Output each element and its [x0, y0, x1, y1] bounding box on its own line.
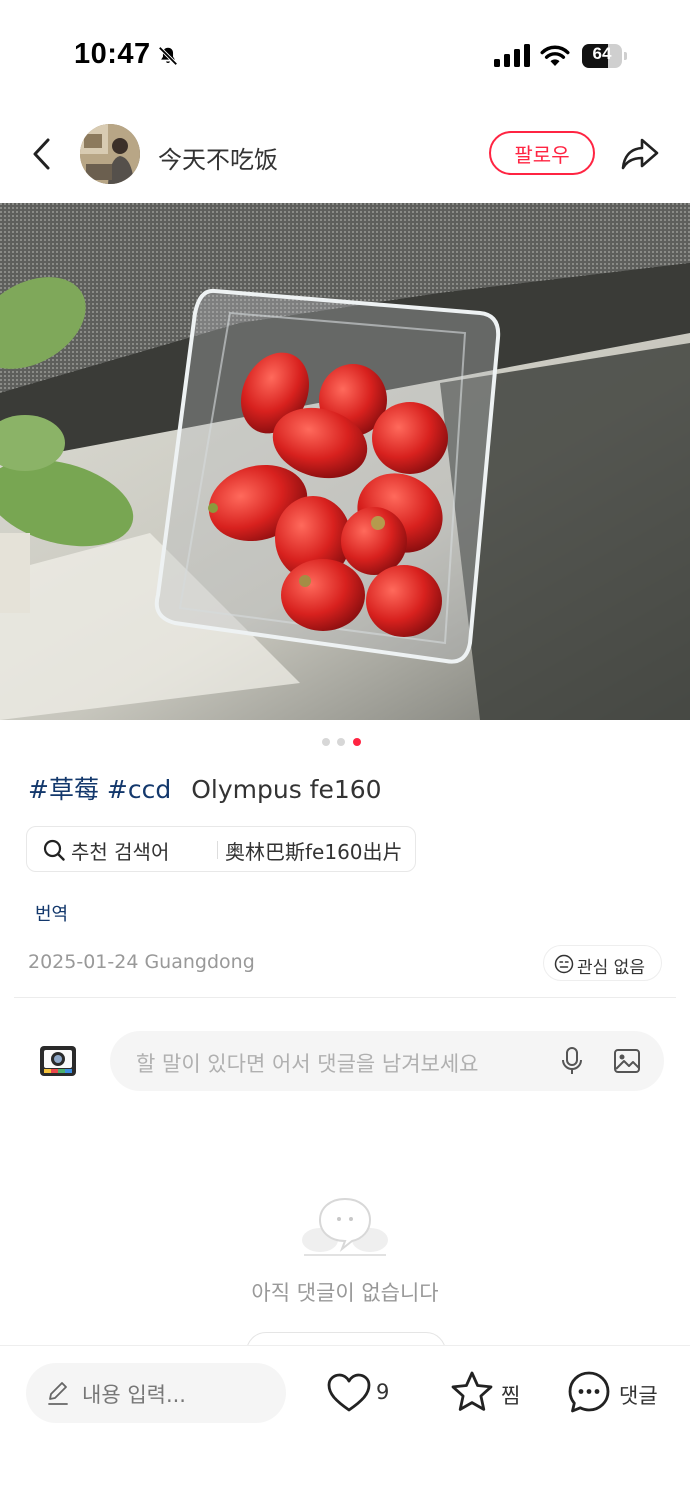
post-date-location: 2025-01-24 Guangdong — [28, 951, 255, 973]
bell-off-icon — [158, 46, 178, 66]
status-time: 10:47 — [74, 38, 151, 70]
not-interested-button[interactable]: 관심 없음 — [543, 945, 662, 981]
star-icon[interactable] — [449, 1370, 495, 1414]
hashtag-link[interactable]: #ccd — [107, 775, 171, 804]
comment-input[interactable]: 할 말이 있다면 어서 댓글을 남겨보세요 — [110, 1031, 664, 1091]
camera-icon[interactable] — [38, 1044, 78, 1078]
carousel-dot — [353, 738, 361, 746]
comment-label[interactable]: 댓글 — [619, 1380, 658, 1410]
share-icon[interactable] — [620, 135, 660, 173]
post-text: Olympus fe160 — [191, 775, 382, 804]
bottom-comment-input[interactable]: 내용 입력... — [26, 1363, 286, 1423]
search-suggestion[interactable]: 추천 검색어 奥林巴斯fe160出片 — [26, 826, 416, 872]
heart-icon[interactable] — [326, 1372, 372, 1414]
search-suggestion-term: 奥林巴斯fe160出片 — [225, 840, 403, 864]
neutral-face-icon — [554, 954, 574, 974]
wifi-icon — [540, 45, 570, 66]
translate-link[interactable]: 번역 — [35, 900, 68, 926]
signal-icon — [494, 44, 530, 67]
comment-bubble-icon[interactable] — [567, 1370, 611, 1414]
empty-comment-icon — [302, 1197, 388, 1256]
search-suggestion-label: 추천 검색어 — [71, 840, 170, 864]
not-interested-label: 관심 없음 — [577, 958, 645, 978]
like-count[interactable]: 9 — [376, 1380, 389, 1404]
divider — [217, 841, 218, 859]
microphone-icon[interactable] — [560, 1046, 584, 1076]
pencil-icon — [48, 1382, 68, 1405]
post-caption: #草莓 #ccd Olympus fe160 — [28, 770, 382, 806]
username[interactable]: 今天不吃饭 — [158, 140, 278, 175]
carousel-dot — [337, 738, 345, 746]
comment-placeholder: 할 말이 있다면 어서 댓글을 남겨보세요 — [136, 1052, 479, 1076]
save-label[interactable]: 찜 — [501, 1380, 520, 1410]
chevron-left-icon[interactable] — [28, 136, 56, 172]
battery-icon: 64 — [582, 44, 628, 68]
empty-comments-text: 아직 댓글이 없습니다 — [251, 1281, 439, 1305]
battery-level: 64 — [592, 44, 612, 63]
search-icon — [43, 839, 65, 861]
hashtag-link[interactable]: #草莓 — [28, 775, 99, 804]
bottom-input-placeholder: 내용 입력... — [82, 1383, 186, 1407]
image-icon[interactable] — [613, 1048, 641, 1074]
divider — [14, 997, 676, 998]
carousel-dot — [322, 738, 330, 746]
follow-button[interactable]: 팔로우 — [489, 131, 595, 175]
carousel-indicator — [322, 738, 362, 748]
avatar[interactable] — [80, 124, 140, 184]
post-photo[interactable] — [0, 203, 690, 720]
